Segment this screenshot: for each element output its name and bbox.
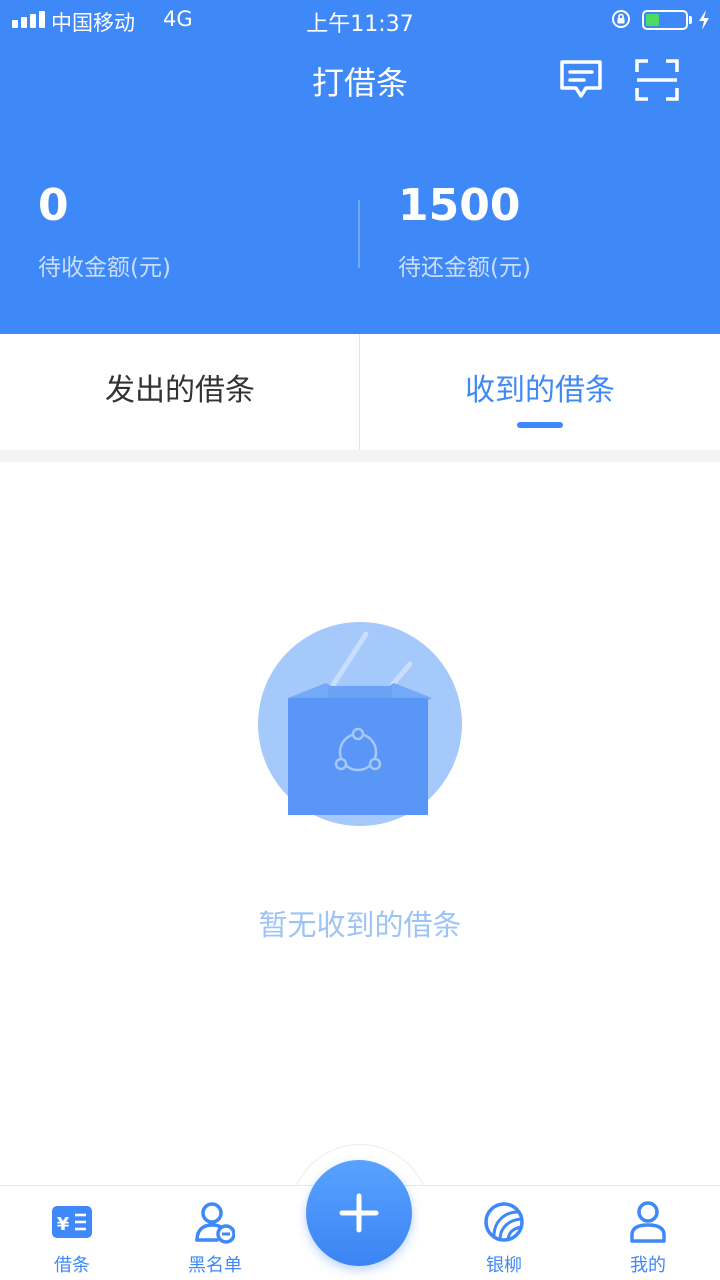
- iou-icon: ¥: [52, 1206, 92, 1238]
- nav-item-iou[interactable]: ¥ 借条: [17, 1186, 127, 1280]
- status-bar: 中国移动 4G 上午11:37: [0, 0, 720, 40]
- nav-item-yinliu[interactable]: 银柳: [449, 1186, 559, 1280]
- active-tab-indicator: [517, 422, 563, 428]
- header-panel: 中国移动 4G 上午11:37 打借条 0 待收金额(元) 1500 待还金额(…: [0, 0, 720, 334]
- page-title: 打借条: [311, 64, 408, 102]
- empty-state-text: 暂无收到的借条: [258, 908, 462, 942]
- receivable-label: 待收金额(元): [38, 255, 171, 281]
- battery-level: [646, 14, 659, 26]
- nav-label-blacklist: 黑名单: [188, 1255, 242, 1276]
- battery-icon: [642, 10, 688, 30]
- svg-text:¥: ¥: [57, 1214, 70, 1235]
- nav-item-profile[interactable]: 我的: [593, 1186, 703, 1280]
- charging-icon: [699, 10, 709, 30]
- profile-icon: [630, 1201, 666, 1243]
- tab-sent-ious[interactable]: 发出的借条: [0, 334, 360, 450]
- add-iou-button[interactable]: [306, 1160, 412, 1266]
- battery-tip: [689, 16, 692, 24]
- nav-label-profile: 我的: [630, 1255, 666, 1276]
- empty-box-icon: [258, 622, 462, 826]
- summary-divider: [358, 200, 360, 268]
- scan-icon[interactable]: [634, 58, 680, 102]
- receivable-amount: 0: [38, 180, 69, 231]
- yinliu-icon: [484, 1202, 524, 1242]
- message-icon[interactable]: [558, 58, 604, 102]
- payable-label: 待还金额(元): [398, 255, 531, 281]
- plus-icon: [339, 1193, 379, 1233]
- nav-item-blacklist[interactable]: 黑名单: [160, 1186, 270, 1280]
- rotation-lock-icon: [612, 10, 630, 28]
- payable-amount: 1500: [398, 180, 521, 231]
- nav-label-iou: 借条: [54, 1255, 90, 1276]
- blacklist-icon: [195, 1202, 235, 1244]
- tab-received-ious[interactable]: 收到的借条: [360, 334, 720, 450]
- tab-bar: 发出的借条 收到的借条: [0, 334, 720, 450]
- section-separator: [0, 450, 720, 462]
- nav-label-yinliu: 银柳: [486, 1255, 522, 1276]
